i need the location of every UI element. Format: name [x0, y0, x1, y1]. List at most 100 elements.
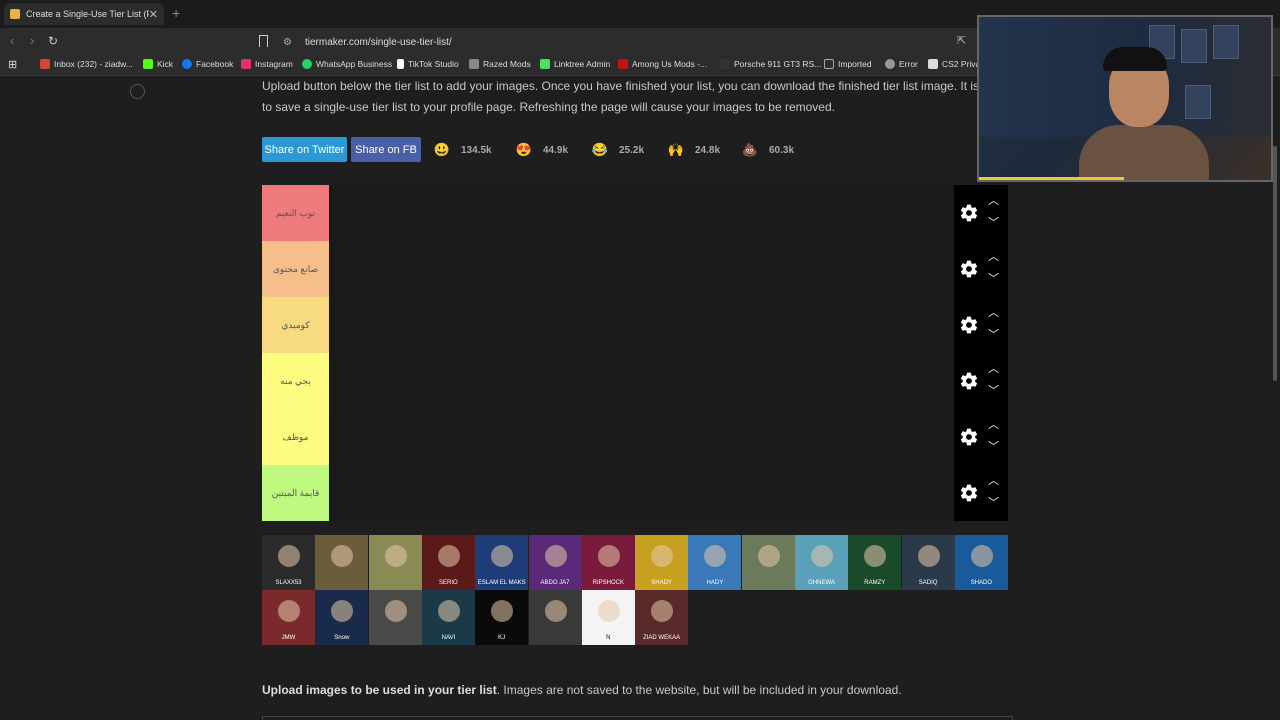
avatar-face: [757, 545, 780, 567]
tab-title: Create a Single-Use Tier List (Pri: [26, 9, 149, 19]
share-page-icon[interactable]: ⇱: [957, 34, 966, 47]
kick-icon: [143, 59, 153, 69]
tier-label[interactable]: موظف: [262, 409, 329, 465]
tears-of-joy-icon: 😂: [591, 142, 609, 157]
avatar-face: [597, 600, 620, 622]
tier-settings-gear-icon[interactable]: [959, 203, 979, 223]
reaction-raised-hands[interactable]: 🙌 24.8k: [666, 137, 720, 163]
move-tier-down-icon[interactable]: ﹀: [988, 382, 999, 398]
forward-icon[interactable]: ›: [30, 33, 34, 48]
tier-label[interactable]: قايمة المبتين: [262, 465, 329, 521]
move-tier-down-icon[interactable]: ﹀: [988, 214, 999, 230]
move-tier-up-icon[interactable]: ︿: [988, 416, 999, 432]
tier-image-thumbnail[interactable]: ZIAD WEKAA: [635, 590, 689, 645]
tier-drop-area[interactable]: [329, 241, 954, 297]
tier-label[interactable]: توب النعيم: [262, 185, 329, 241]
move-tier-up-icon[interactable]: ︿: [988, 304, 999, 320]
back-icon[interactable]: ‹: [10, 33, 14, 48]
tier-image-thumbnail[interactable]: SADIQ: [901, 535, 955, 590]
tier-image-thumbnail[interactable]: JMW: [262, 590, 315, 645]
bookmark-error[interactable]: Error: [885, 59, 918, 69]
reaction-poop[interactable]: 💩 60.3k: [740, 137, 794, 163]
tier-label[interactable]: يجي منه: [262, 353, 329, 409]
tier-image-thumbnail[interactable]: GHNEWA: [795, 535, 848, 590]
move-tier-down-icon[interactable]: ﹀: [988, 270, 999, 286]
share-twitter-button[interactable]: Share on Twitter: [262, 137, 347, 162]
cs2-icon: [928, 59, 938, 69]
tier-image-thumbnail[interactable]: [368, 535, 422, 590]
tier-settings-gear-icon[interactable]: [959, 427, 979, 447]
reaction-count: 25.2k: [619, 144, 645, 156]
move-tier-up-icon[interactable]: ︿: [988, 360, 999, 376]
site-settings-icon[interactable]: ⚙: [283, 37, 295, 48]
tier-image-thumbnail[interactable]: [741, 535, 795, 590]
tier-drop-area[interactable]: [329, 353, 954, 409]
tier-image-thumbnail[interactable]: [368, 590, 422, 645]
bookmark-cs2[interactable]: CS2 Privat: [928, 59, 983, 69]
tier-image-thumbnail[interactable]: Snow: [315, 590, 369, 645]
bookmark-label: Linktree Admin: [554, 59, 611, 69]
tier-settings-gear-icon[interactable]: [959, 259, 979, 279]
tier-drop-area[interactable]: [329, 185, 954, 241]
bookmark-linktree[interactable]: Linktree Admin: [540, 59, 610, 69]
tier-settings-gear-icon[interactable]: [959, 315, 979, 335]
tier-image-thumbnail[interactable]: N: [581, 590, 635, 645]
address-bar[interactable]: ⚙ tiermaker.com/single-use-tier-list/: [255, 31, 985, 53]
bookmark-instagram[interactable]: Instagram: [241, 59, 293, 69]
tier-image-thumbnail[interactable]: [315, 535, 369, 590]
tier-image-thumbnail[interactable]: RAMZY: [848, 535, 902, 590]
bookmark-kick[interactable]: Kick: [143, 59, 173, 69]
reaction-grinning[interactable]: 😃 134.5k: [432, 137, 492, 163]
bookmark-porsche[interactable]: Porsche 911 GT3 RS...: [720, 59, 821, 69]
reaction-count: 44.9k: [543, 144, 569, 156]
poop-icon: 💩: [741, 142, 759, 157]
scrollbar-thumb[interactable]: [1273, 146, 1277, 381]
tier-drop-area[interactable]: [329, 465, 954, 521]
share-facebook-button[interactable]: Share on FB: [351, 137, 421, 162]
bookmark-inbox[interactable]: Inbox (232) - ziadw...: [40, 59, 133, 69]
reaction-heart-eyes[interactable]: 😍 44.9k: [514, 137, 568, 163]
tab-active[interactable]: Create a Single-Use Tier List (Pri ✕: [4, 3, 164, 25]
tier-label[interactable]: صانع محتوى: [262, 241, 329, 297]
tier-image-thumbnail[interactable]: ESLAM EL MAKS: [475, 535, 529, 590]
close-tab-icon[interactable]: ✕: [149, 8, 158, 21]
tier-image-thumbnail[interactable]: KJ: [475, 590, 529, 645]
move-tier-up-icon[interactable]: ︿: [988, 472, 999, 488]
apps-grid-icon[interactable]: ⊞: [8, 58, 17, 71]
tier-label[interactable]: كوميدي: [262, 297, 329, 353]
tier-image-thumbnail[interactable]: [528, 590, 582, 645]
tier-image-thumbnail[interactable]: SHADY: [635, 535, 689, 590]
new-tab-icon[interactable]: +: [172, 5, 180, 21]
bookmark-tiktok[interactable]: TikTok Studio: [397, 59, 459, 69]
tier-image-thumbnail[interactable]: SHADO: [954, 535, 1008, 590]
tier-image-thumbnail[interactable]: RIPSHOCK: [581, 535, 635, 590]
move-tier-down-icon[interactable]: ﹀: [988, 326, 999, 342]
thumbnail-caption: ZIAD WEKAA: [643, 635, 681, 641]
reload-icon[interactable]: ↻: [48, 34, 58, 48]
tier-image-thumbnail[interactable]: SERIO: [421, 535, 475, 590]
move-tier-down-icon[interactable]: ﹀: [988, 494, 999, 510]
thumbnail-caption: SHADO: [970, 580, 993, 586]
bookmark-among-us[interactable]: Among Us Mods -...: [618, 59, 707, 69]
tier-image-thumbnail[interactable]: NAVI: [421, 590, 475, 645]
tier-drop-area[interactable]: [329, 409, 954, 465]
avatar-face: [811, 545, 833, 567]
bookmark-razed[interactable]: Razed Mods: [469, 59, 531, 69]
reaction-tears-of-joy[interactable]: 😂 25.2k: [590, 137, 644, 163]
move-tier-down-icon[interactable]: ﹀: [988, 438, 999, 454]
bookmark-whatsapp[interactable]: WhatsApp Business: [302, 59, 392, 69]
tier-settings-gear-icon[interactable]: [959, 483, 979, 503]
tier-drop-area[interactable]: [329, 297, 954, 353]
tier-settings-gear-icon[interactable]: [959, 371, 979, 391]
whatsapp-icon: [302, 59, 312, 69]
tier-image-thumbnail[interactable]: ABDO JA7: [528, 535, 582, 590]
raised-hands-icon: 🙌: [667, 142, 685, 157]
move-tier-up-icon[interactable]: ︿: [988, 248, 999, 264]
move-tier-up-icon[interactable]: ︿: [988, 192, 999, 208]
tier-image-thumbnail[interactable]: HADY: [688, 535, 742, 590]
bookmark-imported[interactable]: Imported: [824, 59, 872, 69]
folder-icon: [824, 59, 834, 69]
bookmark-facebook[interactable]: Facebook: [182, 59, 233, 69]
upload-dropzone[interactable]: [262, 716, 1013, 720]
tier-image-thumbnail[interactable]: SLAXX53: [262, 535, 315, 590]
